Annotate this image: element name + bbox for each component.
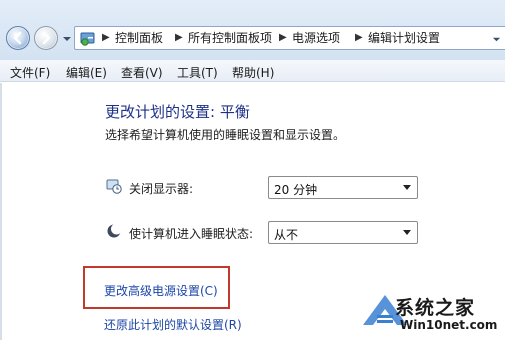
breadcrumb-separator[interactable]: ▶ <box>102 32 110 43</box>
display-off-label: 关闭显示器: <box>129 182 194 196</box>
menu-edit[interactable]: 编辑(E) <box>66 64 107 81</box>
arrow-left-icon <box>13 31 22 45</box>
address-box[interactable]: ▶ 控制面板 ▶ 所有控制面板项 ▶ 电源选项 ▶ 编辑计划设置 <box>74 26 505 50</box>
menu-bar: 文件(F) 编辑(E) 查看(V) 工具(T) 帮助(H) <box>0 60 505 82</box>
left-border <box>0 83 2 340</box>
menu-help[interactable]: 帮助(H) <box>232 64 274 81</box>
address-dropdown-icon[interactable] <box>492 35 501 44</box>
display-clock-icon <box>106 179 122 194</box>
breadcrumb-edit-plan[interactable]: 编辑计划设置 <box>368 31 440 46</box>
advanced-power-settings-link[interactable]: 更改高级电源设置(C) <box>104 282 218 299</box>
breadcrumb-separator[interactable]: ▶ <box>279 32 287 43</box>
menu-view[interactable]: 查看(V) <box>121 64 163 81</box>
breadcrumb-separator[interactable]: ▶ <box>175 32 183 43</box>
back-button[interactable] <box>6 26 30 50</box>
control-panel-icon <box>80 32 95 46</box>
forward-button[interactable] <box>34 26 58 50</box>
arrow-right-icon <box>42 31 51 45</box>
breadcrumb-power-options[interactable]: 电源选项 <box>292 31 340 46</box>
display-off-select[interactable]: 20 分钟 <box>268 176 418 199</box>
breadcrumb-all-items[interactable]: 所有控制面板项 <box>188 31 272 46</box>
page-subtitle: 选择希望计算机使用的睡眠设置和显示设置。 <box>105 128 346 142</box>
sleep-moon-icon <box>107 223 122 238</box>
breadcrumb-separator[interactable]: ▶ <box>355 32 363 43</box>
chevron-down-icon <box>403 185 411 190</box>
breadcrumb-control-panel[interactable]: 控制面板 <box>115 31 163 46</box>
page-title: 更改计划的设置: 平衡 <box>105 103 250 121</box>
watermark-url: Win10net.com <box>400 318 498 332</box>
chevron-down-icon <box>403 230 411 235</box>
display-off-value: 20 分钟 <box>274 183 318 197</box>
menu-file[interactable]: 文件(F) <box>10 64 50 81</box>
restore-defaults-link[interactable]: 还原此计划的默认设置(R) <box>104 316 242 333</box>
menu-tools[interactable]: 工具(T) <box>177 64 218 81</box>
sleep-label: 使计算机进入睡眠状态: <box>129 227 254 241</box>
watermark-name: 系统之家 <box>395 297 476 319</box>
sleep-value: 从不 <box>274 228 299 242</box>
sleep-select[interactable]: 从不 <box>268 221 418 244</box>
recent-pages-dropdown-icon[interactable] <box>62 34 72 44</box>
